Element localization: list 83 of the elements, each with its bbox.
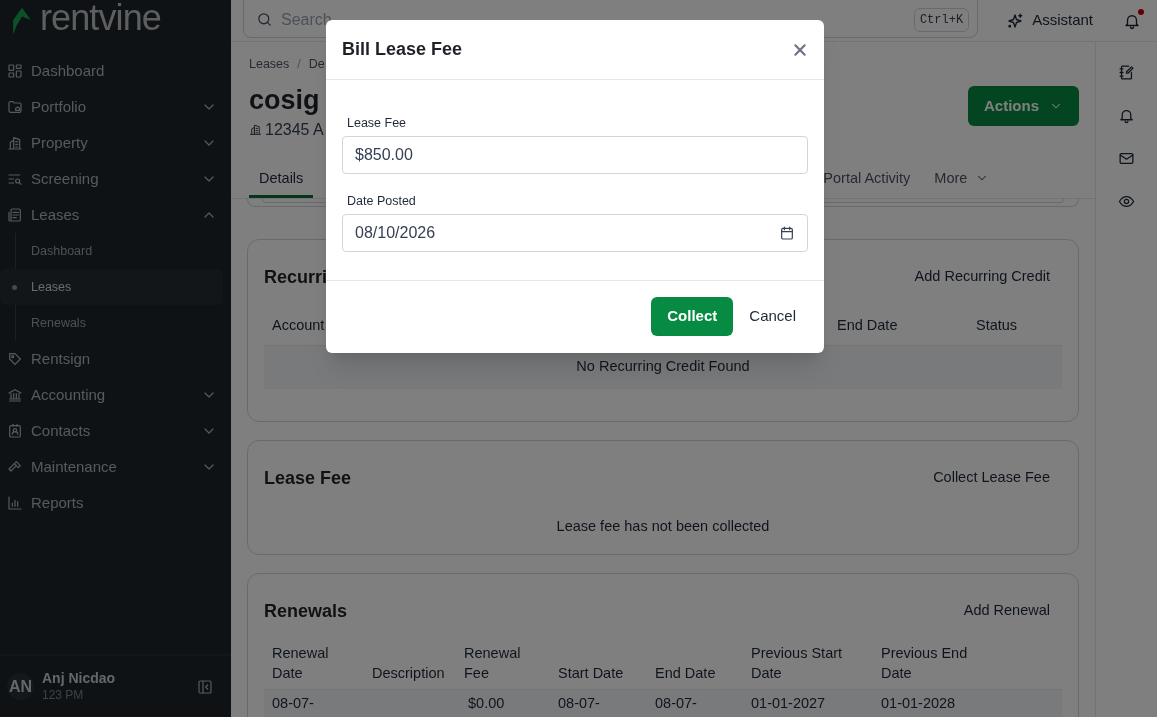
address-text: 12345 A (265, 119, 324, 140)
search-icon (256, 11, 273, 28)
breadcrumb-separator: / (297, 56, 301, 73)
card-action-link[interactable]: Add Renewal (963, 600, 1062, 622)
bar-chart-icon (7, 495, 23, 511)
assistant-button[interactable]: Assistant (998, 9, 1101, 32)
sidebar-subitem[interactable]: Leases (0, 269, 223, 305)
column-header: Account (272, 316, 326, 335)
collapse-sidebar-button[interactable] (197, 678, 213, 695)
signature-tag-icon (7, 351, 23, 367)
card-title: Renewals (264, 599, 348, 623)
collect-button[interactable]: Collect (651, 297, 734, 336)
sidebar-item[interactable]: Property (0, 125, 231, 161)
folder-icon (7, 99, 23, 115)
tab[interactable]: Details (249, 167, 314, 198)
field-label: Date Posted (346, 192, 417, 210)
shortcut-key: Ctrl+K (913, 7, 970, 32)
contact-card-icon (7, 423, 23, 439)
user-avatar: AN (7, 673, 34, 700)
table-cell-text: 01-01-2027 (751, 693, 827, 713)
bell-icon (1118, 107, 1135, 124)
sidebar-item[interactable]: Rentsign (0, 341, 231, 377)
building-icon (249, 123, 262, 137)
column-header: Renewal Date (272, 643, 330, 683)
card-title: Lease Fee (264, 466, 352, 490)
table-cell-text: 08-07- (272, 693, 315, 713)
breadcrumb-link[interactable]: Leases (249, 55, 290, 74)
list-search-icon (7, 171, 23, 187)
sparkle-icon (1006, 11, 1025, 30)
notifications-button[interactable] (1123, 11, 1141, 30)
eye-icon (1118, 193, 1135, 210)
building-icon (7, 135, 23, 151)
rail-button[interactable] (1118, 193, 1135, 210)
sidebar-item[interactable]: Dashboard (0, 53, 231, 89)
user-name: Anj Nicdao (42, 670, 117, 688)
document-icon (7, 207, 23, 223)
breadcrumb-link[interactable]: De (308, 55, 325, 74)
mail-icon (1118, 150, 1135, 167)
rail-button[interactable] (1118, 64, 1135, 81)
sidebar-item[interactable]: Reports (0, 485, 231, 521)
column-header: End Date (837, 316, 899, 335)
sidebar-item[interactable]: Accounting (0, 377, 231, 413)
column-header: Status (976, 316, 1018, 335)
card-title: Recurri (264, 265, 328, 289)
card-action-link[interactable]: Collect Lease Fee (933, 467, 1062, 490)
input-field[interactable]: $850.00 (342, 135, 808, 174)
column-header: Previous Start Date (751, 643, 844, 683)
brand-name: rentvine (40, 0, 161, 36)
tab[interactable]: Portal Activity (813, 167, 921, 198)
field-label: Lease Fee (346, 115, 408, 132)
column-header: Renewal Fee (464, 643, 522, 683)
cancel-button[interactable]: Cancel (737, 297, 808, 336)
sidebar-item[interactable]: Screening (0, 161, 231, 197)
date-field[interactable]: 08/10/2026 (342, 213, 808, 252)
rail-button[interactable] (1118, 107, 1135, 124)
bank-icon (7, 387, 23, 403)
table-cell-text: $0.00 (467, 693, 506, 713)
card-action-link[interactable]: Add Recurring Credit (914, 266, 1062, 289)
calendar-icon (779, 224, 795, 241)
sidebar-item[interactable]: Contacts (0, 413, 231, 449)
column-header: Description (372, 663, 446, 683)
notebook-edit-icon (1118, 64, 1135, 81)
close-button[interactable] (792, 41, 808, 58)
empty-message: Lease fee has not been collected (555, 516, 771, 536)
table-cell-text: 01-01-2028 (881, 693, 957, 713)
sidebar-item[interactable]: Leases (0, 197, 231, 233)
actions-button[interactable]: Actions (968, 85, 1079, 126)
sidebar-item[interactable]: Portfolio (0, 89, 231, 125)
tab[interactable]: More (924, 167, 1000, 198)
rail-button[interactable] (1118, 150, 1135, 167)
table-cell-text: 08-07- (558, 693, 601, 713)
grid-icon (7, 63, 23, 79)
column-header: Previous End Date (881, 643, 969, 683)
panel-collapse-icon (197, 678, 213, 695)
column-header: Start Date (558, 663, 625, 683)
sidebar-subitem[interactable]: Renewals (0, 305, 223, 341)
sidebar-subitem[interactable]: Dashboard (0, 233, 223, 269)
modal-title: Bill Lease Fee (342, 38, 463, 61)
sidebar-item[interactable]: Maintenance (0, 449, 231, 485)
lease-title: cosig (249, 83, 321, 117)
table-cell-text: 08-07- (655, 693, 698, 713)
close-icon (792, 41, 808, 58)
column-header: End Date (655, 663, 717, 683)
